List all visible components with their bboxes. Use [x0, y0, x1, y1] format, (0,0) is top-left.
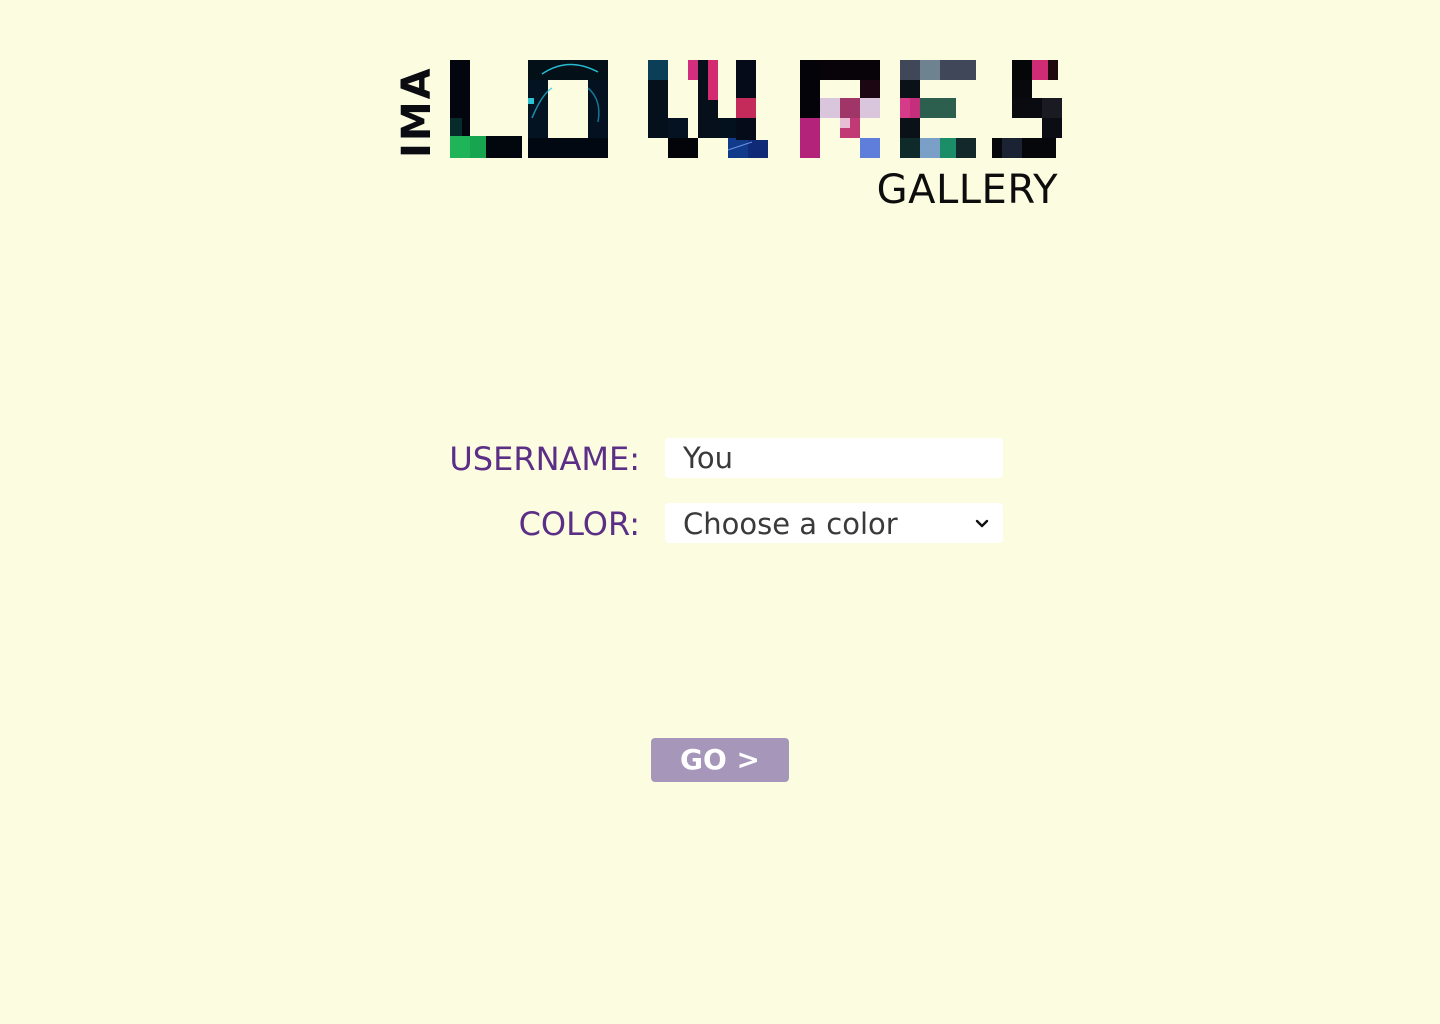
logo-ima-text: IMA	[394, 66, 440, 158]
username-input[interactable]	[665, 438, 1003, 478]
username-label: USERNAME:	[449, 440, 640, 478]
go-button[interactable]: GO >	[651, 738, 789, 782]
color-select[interactable]: Choose a color	[665, 503, 1003, 543]
logo-letter-s	[992, 60, 1062, 158]
logo-gallery-text: GALLERY	[876, 167, 1058, 213]
logo: IMA GALLERY	[392, 58, 1064, 218]
logo-letter-o	[528, 60, 608, 158]
color-select-value: Choose a color	[683, 507, 898, 541]
color-label: COLOR:	[518, 505, 640, 543]
logo-letter-r	[800, 60, 880, 158]
chevron-down-icon	[975, 519, 989, 528]
username-row: USERNAME:	[400, 438, 1020, 480]
logo-letter-w	[648, 60, 768, 158]
logo-letter-e	[900, 60, 976, 158]
color-row: COLOR: Choose a color	[400, 503, 1020, 545]
logo-letter-l	[450, 60, 522, 158]
lowres-wordmark: IMA	[394, 60, 1062, 158]
